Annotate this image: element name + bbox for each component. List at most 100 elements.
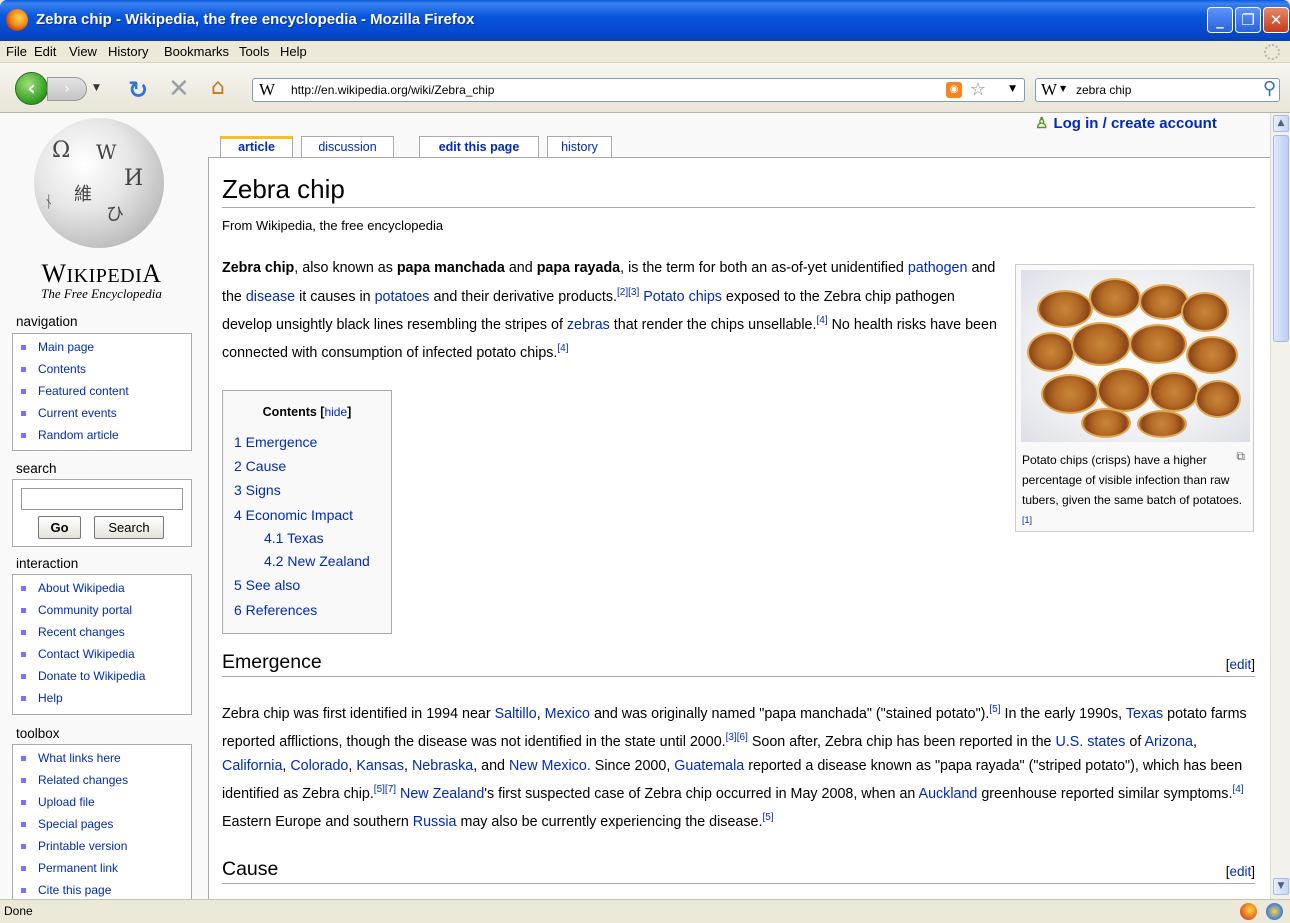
link-printable-version[interactable]: Printable version <box>21 835 191 857</box>
reload-icon[interactable]: ↻ <box>128 76 148 104</box>
search-input[interactable]: zebra chip <box>1076 83 1246 97</box>
search-portlet: Go Search <box>12 479 192 547</box>
toc-item[interactable]: 2 Cause <box>234 458 286 474</box>
menu-bookmarks[interactable]: Bookmarks <box>164 44 229 59</box>
link-contact-wikipedia[interactable]: Contact Wikipedia <box>21 643 191 665</box>
section-title: Cause <box>222 858 279 880</box>
address-bar[interactable]: W http://en.wikipedia.org/wiki/Zebra_chi… <box>252 78 1025 102</box>
addon-status-icon[interactable] <box>1266 903 1283 920</box>
nav-main-page[interactable]: Main page <box>21 336 191 358</box>
search-bar[interactable]: W ▼ zebra chip ⚲ <box>1035 78 1280 102</box>
status-bar: Done <box>0 899 1290 923</box>
nav-featured-content[interactable]: Featured content <box>21 380 191 402</box>
intro-paragraph: Zebra chip, also known as papa manchada … <box>222 260 997 361</box>
menu-bar: File Edit View History Bookmarks Tools H… <box>0 41 1290 63</box>
navigation-portlet: Main page Contents Featured content Curr… <box>12 333 192 451</box>
scroll-up-icon[interactable]: ▲ <box>1273 115 1289 132</box>
history-dropdown-icon[interactable]: ▼ <box>93 83 100 93</box>
wikipedia-logo[interactable]: Ω W И 維 ᚾ ひ WIKIPEDIA The Free Encyclope… <box>12 113 184 306</box>
link-about-wikipedia[interactable]: About Wikipedia <box>21 577 191 599</box>
scroll-down-icon[interactable]: ▼ <box>1273 878 1289 895</box>
login-link[interactable]: ♙ Log in / create account <box>1035 114 1217 132</box>
page-title: Zebra chip <box>222 174 1255 208</box>
firefox-status-icon <box>1240 903 1257 920</box>
toc-item[interactable]: 4 Economic Impact <box>234 507 353 523</box>
toc-item[interactable]: 6 References <box>234 602 317 618</box>
toolbox-heading: toolbox <box>16 726 60 741</box>
tab-history[interactable]: history <box>547 136 612 158</box>
toc-title-label: Contents <box>262 405 317 419</box>
forward-button[interactable]: › <box>47 77 87 101</box>
link-recent-changes[interactable]: Recent changes <box>21 621 191 643</box>
site-favicon-icon: W <box>259 80 276 99</box>
go-button[interactable]: Go <box>38 516 81 539</box>
section-title: Emergence <box>222 651 322 673</box>
tab-discussion[interactable]: discussion <box>301 136 394 158</box>
minimize-button[interactable]: _ <box>1207 7 1233 33</box>
search-icon[interactable]: ⚲ <box>1263 78 1276 99</box>
link-community-portal[interactable]: Community portal <box>21 599 191 621</box>
nav-random-article[interactable]: Random article <box>21 424 191 446</box>
toc-item[interactable]: 4.2 New Zealand <box>264 553 370 569</box>
logo-wordmark: WIKIPEDIA <box>41 259 162 288</box>
search-heading: search <box>16 461 57 476</box>
vertical-scrollbar[interactable]: ▲ ▼ <box>1270 113 1290 899</box>
edit-link-label[interactable]: edit <box>1229 657 1251 672</box>
menu-help[interactable]: Help <box>280 44 307 59</box>
restore-button[interactable]: ❐ <box>1235 7 1261 33</box>
section-edit-link[interactable]: [edit] <box>1226 657 1255 672</box>
close-button[interactable]: ✕ <box>1263 7 1289 33</box>
toc-hide-link[interactable]: hide <box>324 405 347 419</box>
article-content: Zebra chip From Wikipedia, the free ency… <box>208 157 1270 899</box>
citation-link[interactable]: [1] <box>1022 515 1032 525</box>
edit-link-label[interactable]: edit <box>1229 864 1251 879</box>
address-input[interactable]: http://en.wikipedia.org/wiki/Zebra_chip <box>291 83 494 97</box>
search-engine-icon[interactable]: W <box>1041 80 1057 100</box>
activity-throbber-icon <box>1264 44 1280 60</box>
window-titlebar[interactable]: Zebra chip - Wikipedia, the free encyclo… <box>0 0 1290 41</box>
wikipedia-globe-icon: Ω W И 維 ᚾ ひ <box>34 118 164 248</box>
search-button[interactable]: Search <box>94 516 164 539</box>
tab-article[interactable]: article <box>220 136 293 158</box>
potato-chips-image[interactable] <box>1021 270 1250 442</box>
link-upload-file[interactable]: Upload file <box>21 791 191 813</box>
wiki-search-input[interactable] <box>21 488 183 510</box>
back-button[interactable]: ‹ <box>15 72 48 105</box>
stop-icon[interactable]: ✕ <box>168 74 190 104</box>
toc-item[interactable]: 3 Signs <box>234 482 281 498</box>
home-icon[interactable]: ⌂ <box>211 75 225 100</box>
tab-edit-this-page[interactable]: edit this page <box>419 136 539 158</box>
menu-history[interactable]: History <box>108 44 148 59</box>
menu-view[interactable]: View <box>69 44 97 59</box>
page-viewport: Ω W И 維 ᚾ ひ WIKIPEDIA The Free Encyclope… <box>0 113 1270 899</box>
bookmark-star-icon[interactable]: ☆ <box>970 79 986 100</box>
interaction-heading: interaction <box>16 556 79 571</box>
link-permanent-link[interactable]: Permanent link <box>21 857 191 879</box>
navigation-toolbar: ‹ › ▼ ↻ ✕ ⌂ W http://en.wikipedia.org/wi… <box>0 63 1290 113</box>
menu-file[interactable]: File <box>6 44 27 59</box>
link-special-pages[interactable]: Special pages <box>21 813 191 835</box>
menu-tools[interactable]: Tools <box>239 44 269 59</box>
section-edit-link[interactable]: [edit] <box>1226 864 1255 879</box>
section-heading-cause: Cause [edit] <box>222 858 1255 884</box>
link-cite-this-page[interactable]: Cite this page <box>21 879 191 899</box>
menu-edit[interactable]: Edit <box>34 44 56 59</box>
toc-item[interactable]: 1 Emergence <box>234 434 317 450</box>
toc-title: Contents [hide] <box>262 405 352 419</box>
search-engine-dropdown-icon[interactable]: ▼ <box>1060 84 1066 93</box>
nav-contents[interactable]: Contents <box>21 358 191 380</box>
nav-current-events[interactable]: Current events <box>21 402 191 424</box>
table-of-contents: Contents [hide] 1 Emergence 2 Cause 3 Si… <box>222 390 392 634</box>
link-help[interactable]: Help <box>21 687 191 709</box>
scroll-thumb[interactable] <box>1273 135 1289 342</box>
emergence-paragraph: Zebra chip was first identified in 1994 … <box>222 704 1247 831</box>
status-text: Done <box>4 904 33 918</box>
link-donate[interactable]: Donate to Wikipedia <box>21 665 191 687</box>
rss-feed-icon[interactable]: ◉ <box>946 82 962 98</box>
toc-item[interactable]: 5 See also <box>234 577 300 593</box>
address-dropdown-icon[interactable]: ▼ <box>1009 84 1016 94</box>
link-what-links-here[interactable]: What links here <box>21 747 191 769</box>
window-title: Zebra chip - Wikipedia, the free encyclo… <box>36 11 475 28</box>
link-related-changes[interactable]: Related changes <box>21 769 191 791</box>
toc-item[interactable]: 4.1 Texas <box>264 530 324 546</box>
